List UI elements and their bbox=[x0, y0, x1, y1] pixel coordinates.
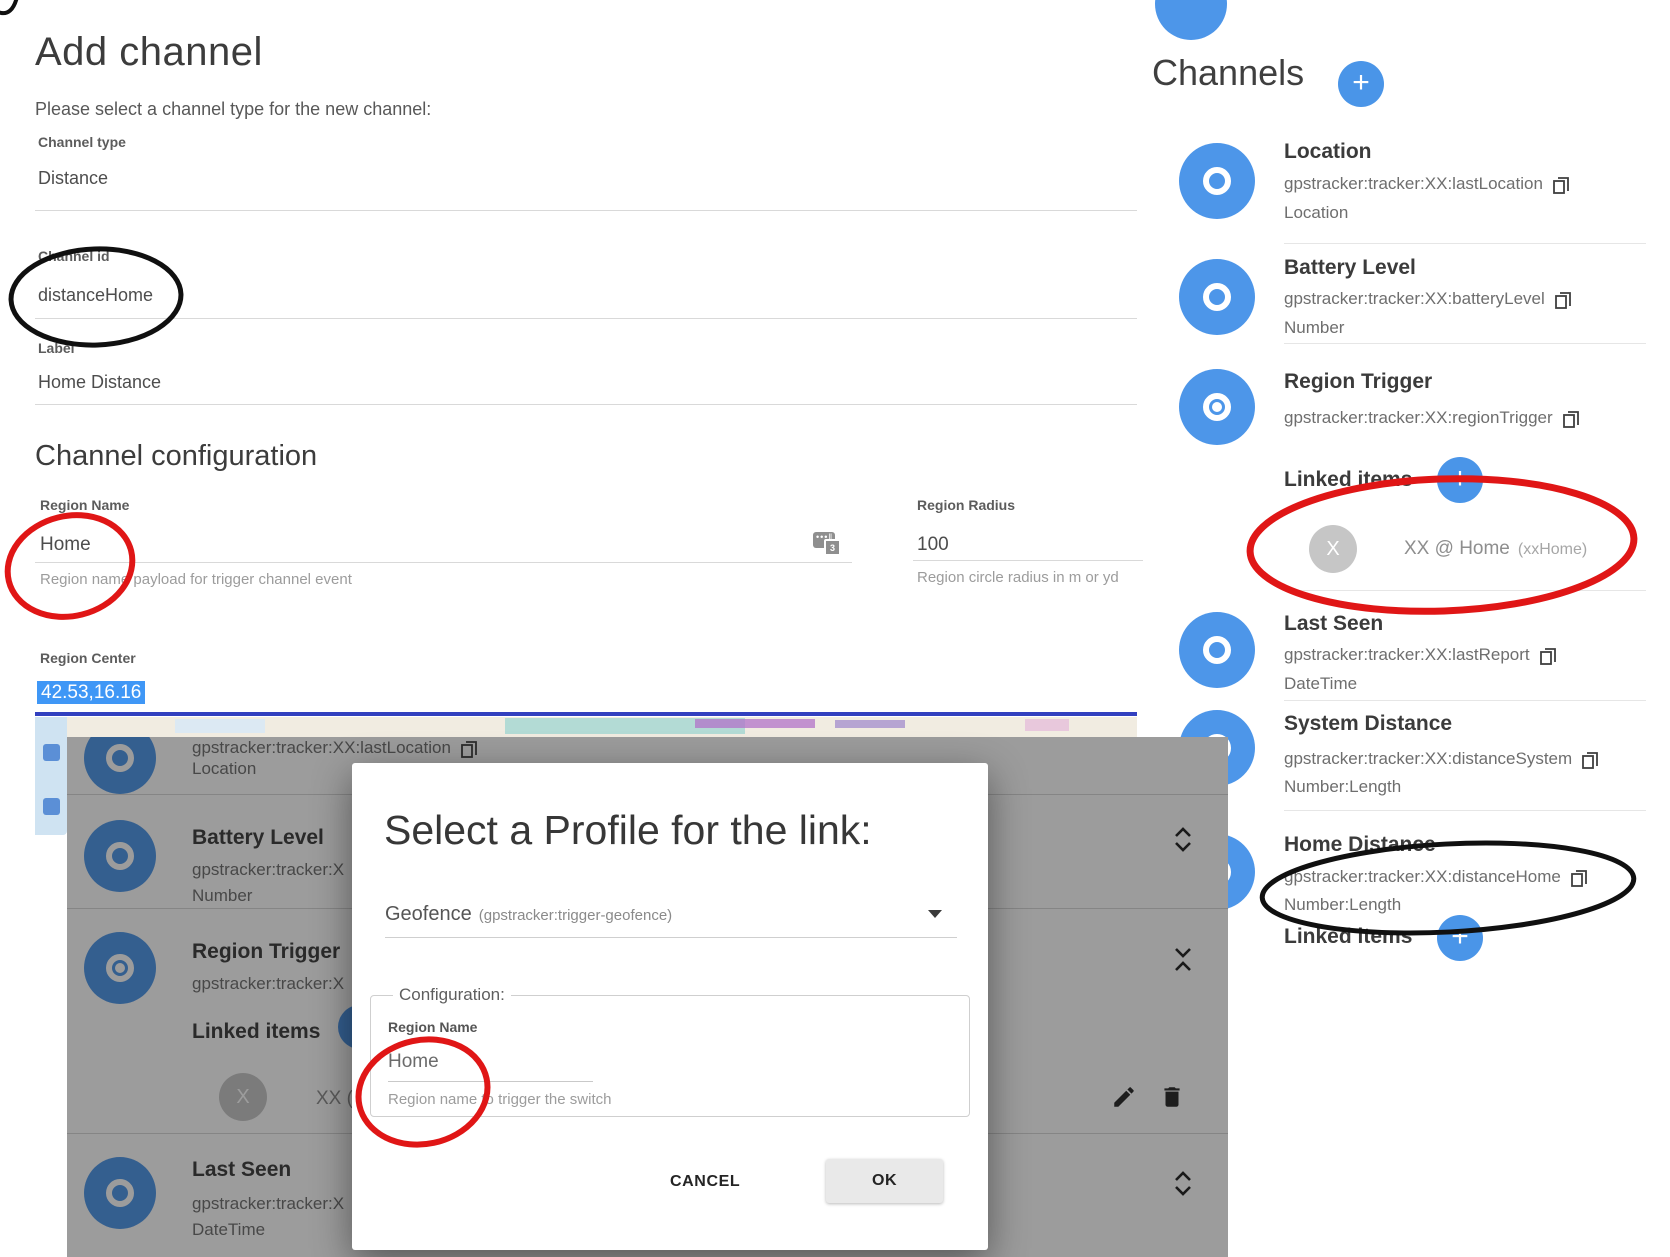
profile-select[interactable]: Geofence (gpstracker:trigger-geofence) bbox=[385, 903, 672, 926]
channel-type: Location bbox=[1284, 203, 1348, 223]
add-linked-item-button[interactable] bbox=[1437, 457, 1483, 503]
region-center-input[interactable]: 42.53,16.16 bbox=[37, 682, 145, 704]
profile-uid: (gpstracker:trigger-geofence) bbox=[479, 907, 672, 924]
keypad-badge: 3 bbox=[824, 539, 841, 556]
corner-annotation-arc bbox=[0, 0, 17, 13]
channel-heading: Last Seen bbox=[1284, 612, 1383, 636]
channels-panel-title: Channels bbox=[1152, 52, 1304, 94]
linked-item[interactable]: XX @ Home (xxHome) bbox=[1404, 538, 1587, 560]
add-channel-button[interactable] bbox=[1338, 61, 1384, 107]
channel-heading: Location bbox=[1284, 140, 1372, 164]
channel-heading: Battery Level bbox=[1284, 256, 1416, 280]
keypad-icon[interactable]: •••‖ 3 bbox=[813, 532, 835, 548]
copy-icon[interactable] bbox=[1563, 409, 1580, 428]
label-field-input[interactable]: Home Distance bbox=[38, 372, 161, 393]
region-name-hint: Region name payload for trigger channel … bbox=[40, 571, 352, 588]
channel-region-trigger-icon[interactable] bbox=[1179, 369, 1255, 445]
channel-id-input[interactable]: distanceHome bbox=[38, 285, 153, 306]
label-underline bbox=[35, 404, 1137, 405]
channel-uid: gpstracker:tracker:XX:batteryLevel bbox=[1284, 289, 1545, 309]
channel-heading: System Distance bbox=[1284, 712, 1452, 736]
channel-uid: gpstracker:tracker:XX:regionTrigger bbox=[1284, 408, 1553, 428]
region-name-input[interactable]: Home bbox=[388, 1051, 439, 1073]
panel-top-partial-circle-icon bbox=[1155, 0, 1227, 40]
cancel-button[interactable]: CANCEL bbox=[652, 1161, 758, 1203]
channel-uid: gpstracker:tracker:XX:lastReport bbox=[1284, 645, 1530, 665]
channel-id-label: Channel id bbox=[38, 248, 110, 264]
region-name-underline bbox=[35, 562, 852, 563]
copy-icon[interactable] bbox=[1555, 290, 1572, 309]
region-name-hint: Region name to trigger the switch bbox=[388, 1091, 611, 1108]
channel-type: Number:Length bbox=[1284, 777, 1401, 797]
copy-icon[interactable] bbox=[1553, 175, 1570, 194]
region-radius-input[interactable]: 100 bbox=[917, 534, 949, 556]
region-name-label: Region Name bbox=[388, 1019, 477, 1035]
red-ellipse-region-name bbox=[0, 502, 143, 630]
channel-type-label: Channel type bbox=[38, 134, 126, 150]
channel-type-value[interactable]: Distance bbox=[38, 168, 108, 189]
channel-heading: Home Distance bbox=[1284, 833, 1436, 857]
channel-type-underline bbox=[35, 210, 1137, 211]
region-name-input[interactable]: Home bbox=[40, 534, 91, 556]
screen: Add channel Please select a channel type… bbox=[0, 0, 1670, 1257]
channel-last-seen-icon[interactable] bbox=[1179, 612, 1255, 688]
region-center-selected-value: 42.53,16.16 bbox=[37, 681, 145, 704]
form-subtitle: Please select a channel type for the new… bbox=[35, 99, 431, 120]
linked-item-title: XX @ Home bbox=[1404, 538, 1510, 560]
channel-type: Number:Length bbox=[1284, 895, 1401, 915]
profile-selected-value: Geofence bbox=[385, 903, 472, 926]
map-sliver bbox=[35, 717, 1137, 737]
channel-id-underline bbox=[35, 318, 1137, 319]
map-fragment bbox=[35, 717, 67, 835]
region-center-label: Region Center bbox=[40, 650, 136, 666]
channel-type: Number bbox=[1284, 318, 1344, 338]
add-linked-item-button[interactable] bbox=[1437, 915, 1483, 961]
channel-uid: gpstracker:tracker:XX:distanceSystem bbox=[1284, 749, 1572, 769]
linked-item-avatar: X bbox=[1309, 525, 1357, 573]
linked-items-label: Linked items bbox=[1284, 468, 1412, 492]
linked-item-suffix: (xxHome) bbox=[1518, 541, 1587, 559]
profile-dialog: Select a Profile for the link: Geofence … bbox=[352, 763, 988, 1250]
map-zoom-in-button[interactable] bbox=[43, 744, 60, 761]
configuration-fieldset: Configuration: Region Name Home Region n… bbox=[370, 985, 970, 1117]
region-center-focus-underline bbox=[35, 712, 1137, 716]
channel-battery-icon[interactable] bbox=[1179, 259, 1255, 335]
label-field-label: Label bbox=[38, 340, 75, 356]
map-zoom-out-button[interactable] bbox=[43, 798, 60, 815]
region-name-label: Region Name bbox=[40, 497, 129, 513]
region-radius-label: Region Radius bbox=[917, 497, 1015, 513]
dialog-title: Select a Profile for the link: bbox=[384, 807, 872, 854]
channel-uid: gpstracker:tracker:XX:lastLocation bbox=[1284, 174, 1543, 194]
section-title: Channel configuration bbox=[35, 440, 317, 473]
copy-icon[interactable] bbox=[1540, 646, 1557, 665]
region-radius-underline bbox=[913, 560, 1143, 561]
copy-icon[interactable] bbox=[1571, 868, 1588, 887]
channel-type: DateTime bbox=[1284, 674, 1357, 694]
channel-heading: Region Trigger bbox=[1284, 370, 1432, 394]
channel-location-icon[interactable] bbox=[1179, 143, 1255, 219]
ok-button[interactable]: OK bbox=[826, 1159, 943, 1203]
configuration-legend: Configuration: bbox=[393, 985, 511, 1005]
chevron-down-icon[interactable] bbox=[928, 910, 942, 918]
copy-icon[interactable] bbox=[1582, 750, 1599, 769]
region-radius-hint: Region circle radius in m or yd bbox=[917, 569, 1119, 586]
channel-uid: gpstracker:tracker:XX:distanceHome bbox=[1284, 867, 1561, 887]
page-title: Add channel bbox=[35, 30, 263, 75]
linked-items-label: Linked items bbox=[1284, 925, 1412, 949]
